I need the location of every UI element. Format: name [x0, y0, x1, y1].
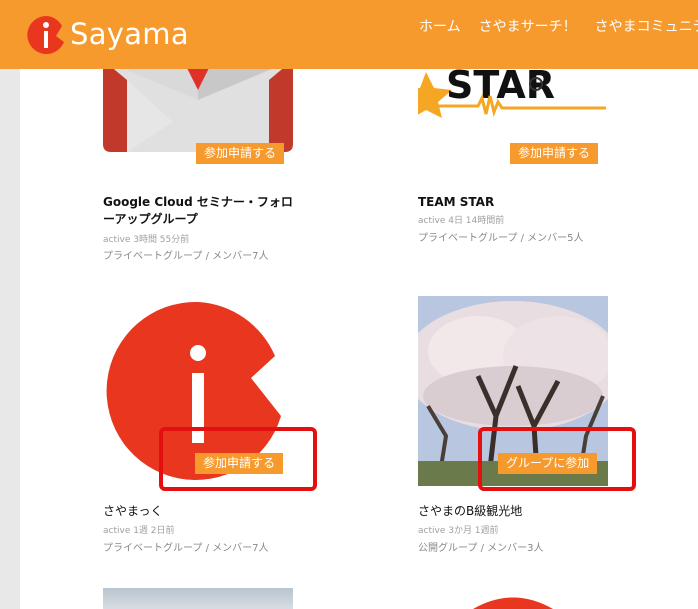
main-nav: ホーム さやまサーチ！ さやまコミュニティ — [419, 17, 698, 37]
group-meta: プライベートグループ / メンバー7人 — [103, 251, 269, 262]
group-meta: プライベートグループ / メンバー5人 — [418, 233, 584, 244]
team-star-logo-text: STAR — [446, 63, 555, 107]
group-last-active: active 1週 2日前 — [103, 526, 175, 536]
highlight-box-join-request — [159, 427, 317, 491]
site-header: Sayama ホーム さやまサーチ！ さやまコミュニティ — [0, 0, 698, 69]
group-title[interactable]: さやまっく — [103, 503, 163, 520]
group-meta: プライベートグループ / メンバー7人 — [103, 543, 269, 554]
sayama-i-logo-icon — [27, 15, 64, 54]
nav-item-sayama-community[interactable]: さやまコミュニティ — [595, 17, 698, 37]
page-left-rail — [0, 69, 20, 609]
group-thumbnail-next-row[interactable] — [103, 588, 293, 609]
join-request-button[interactable]: 参加申請する — [510, 143, 599, 164]
group-meta: 公開グループ / メンバー3人 — [418, 543, 544, 554]
join-request-button[interactable]: 参加申請する — [196, 143, 285, 164]
group-title[interactable]: TEAM STAR — [418, 194, 494, 211]
group-last-active: active 4日 14時間前 — [418, 216, 505, 226]
sayama-i-logo-icon — [473, 597, 553, 609]
group-last-active: active 3時間 55分前 — [103, 235, 190, 245]
logo-text: Sayama — [70, 17, 189, 51]
group-title[interactable]: さやまのB級観光地 — [418, 503, 522, 520]
site-logo[interactable]: Sayama — [26, 14, 201, 54]
group-title[interactable]: Google Cloud セミナー・フォロ ーアップグループ — [103, 194, 293, 228]
highlight-box-join-group — [478, 427, 636, 491]
nav-item-sayama-search[interactable]: さやまサーチ！ — [479, 17, 577, 37]
nav-item-home[interactable]: ホーム — [419, 17, 461, 37]
group-last-active: active 3か月 1週前 — [418, 526, 499, 536]
group-thumbnail-next-row[interactable] — [418, 588, 608, 609]
